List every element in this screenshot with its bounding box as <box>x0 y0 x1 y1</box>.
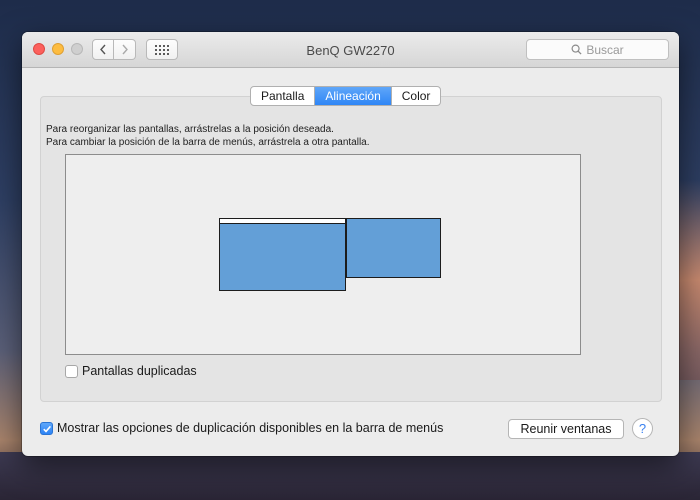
title-bar[interactable]: BenQ GW2270 Buscar <box>22 32 679 68</box>
tab-color[interactable]: Color <box>392 87 441 105</box>
show-mirroring-options-checkbox[interactable] <box>40 422 53 435</box>
arrangement-instructions: Para reorganizar las pantallas, arrástre… <box>46 123 370 149</box>
checkmark-icon <box>42 425 51 433</box>
search-field[interactable]: Buscar <box>526 39 669 60</box>
menu-bar-indicator[interactable] <box>220 219 345 224</box>
secondary-display-thumbnail[interactable] <box>346 218 441 278</box>
mirror-displays-checkbox[interactable] <box>65 365 78 378</box>
tab-arrangement[interactable]: Alineación <box>315 87 392 105</box>
show-mirroring-options-label[interactable]: Mostrar las opciones de duplicación disp… <box>57 421 443 435</box>
gather-windows-button[interactable]: Reunir ventanas <box>508 419 624 439</box>
tab-bar: Pantalla Alineación Color <box>250 86 442 106</box>
display-arrangement-area <box>65 154 581 355</box>
desktop-wallpaper-bottom <box>0 452 700 500</box>
tab-display[interactable]: Pantalla <box>251 87 316 105</box>
help-button[interactable]: ? <box>632 418 653 439</box>
main-display-thumbnail[interactable] <box>219 218 346 291</box>
mirror-displays-label[interactable]: Pantallas duplicadas <box>82 364 197 378</box>
preferences-window: BenQ GW2270 Buscar Pantalla Alineación C… <box>22 32 679 456</box>
instruction-line-2: Para cambiar la posición de la barra de … <box>46 137 370 148</box>
instruction-line-1: Para reorganizar las pantallas, arrástre… <box>46 124 334 135</box>
search-icon <box>571 44 582 55</box>
search-placeholder: Buscar <box>586 42 624 57</box>
